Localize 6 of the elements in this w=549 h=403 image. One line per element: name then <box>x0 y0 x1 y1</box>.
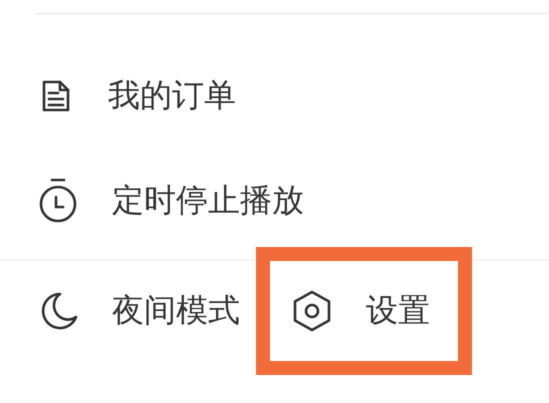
menu-label[interactable]: 设置 <box>366 293 430 329</box>
menu-label[interactable]: 夜间模式 <box>112 293 240 329</box>
menu-label[interactable]: 定时停止播放 <box>112 183 304 219</box>
timer-icon <box>38 178 78 224</box>
menu-label[interactable]: 我的订单 <box>108 78 236 114</box>
settings-icon <box>292 290 332 332</box>
